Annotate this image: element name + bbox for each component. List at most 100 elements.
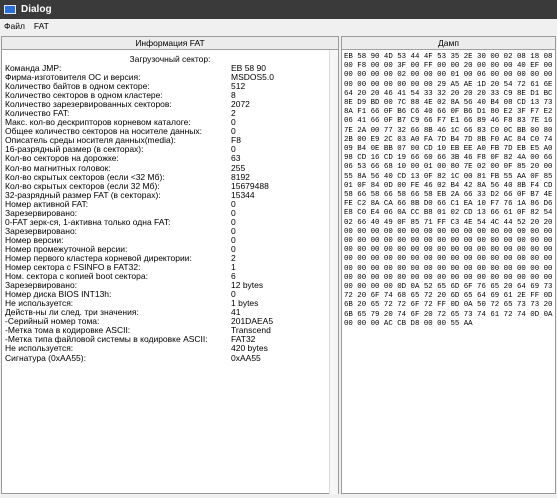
menu-file[interactable]: Файл — [0, 21, 30, 31]
fat-field-label: Кол-во секторов на дорожке: — [5, 154, 119, 164]
hex-dump-line: 00 00 00 00 02 00 00 00 01 00 06 00 00 0… — [344, 71, 555, 80]
fat-field-label: Зарезервировано: — [5, 208, 78, 218]
hex-dump-line: 00 00 00 00 00 00 00 00 00 00 00 00 00 0… — [344, 273, 555, 282]
hex-dump-line: 00 00 00 AC CB D8 00 00 55 AA — [344, 319, 473, 328]
menu-fat[interactable]: FAT — [30, 21, 54, 31]
fat-field-label: Номер первого кластера корневой директор… — [5, 253, 192, 263]
fat-field-row: Количество байтов в одном секторе: 512 — [5, 82, 338, 91]
fat-field-label: Не используется: — [5, 299, 74, 309]
fat-info-body: Загрузочный сектор: Команда JMP: EB 58 90… — [2, 50, 338, 494]
fat-field-row: Действ-ны ли след. три значения: 41 — [5, 308, 338, 317]
fat-field-row: 0-FAT зерк-ся, 1-активна только одна FAT… — [5, 217, 338, 227]
fat-field-label: Макс. кол-во дескрипторов корневом катал… — [5, 118, 191, 128]
fat-field-row: Номер промежуточной версии: 0 — [5, 244, 338, 254]
fat-field-row: Зарезервировано: 12 bytes — [5, 281, 338, 290]
fat-field-row: Общее количество секторов на носителе да… — [5, 127, 338, 136]
hex-dump-line: 09 B4 0E BB 07 00 CD 10 EB EE A0 FB 7D E… — [344, 145, 555, 154]
fat-field-row: 16-разрядный размер (в секторах): 0 — [5, 145, 338, 154]
fat-field-label: Кол-во магнитных головок: — [5, 163, 111, 173]
fat-field-row: Кол-во скрытых секторов (если <32 Мб): 81… — [5, 172, 338, 182]
fat-field-row: Команда JMP: EB 58 90 — [5, 63, 338, 73]
fat-field-row: 32-разрядный размер FAT (в секторах): 153… — [5, 190, 338, 200]
fat-field-row: Количество секторов в одном кластере: 8 — [5, 91, 338, 100]
hex-dump-line: 2B 00 E9 2C 03 A0 FA 7D B4 7D 8B F0 AC 8… — [344, 135, 555, 144]
fat-field-label: Номер сектора с FSINFO в FAT32: — [5, 263, 141, 273]
fat-field-label: Действ-ны ли след. три значения: — [5, 308, 139, 318]
hex-dump-line: 00 F8 00 00 3F 00 FF 00 00 20 00 00 00 4… — [344, 62, 555, 71]
hex-dump-line: 06 53 66 68 10 00 01 00 80 7E 02 00 0F 8… — [344, 163, 555, 172]
fat-field-label: Номер диска BIOS INT13h: — [5, 290, 112, 300]
fat-field-row: Макс. кол-во дескрипторов корневом катал… — [5, 118, 338, 127]
fat-field-label: Общее количество секторов на носителе да… — [5, 127, 203, 137]
fat-info-panel: Информация FAT Загрузочный сектор: Коман… — [1, 36, 339, 494]
fat-field-label: Номер промежуточной версии: — [5, 244, 128, 254]
fat-field-label: Сигнатура (0xAA55): — [5, 353, 86, 363]
hex-dump-line: 7E 2A 00 77 32 66 8B 46 1C 66 83 C0 0C B… — [344, 126, 555, 135]
fat-field-label: Зарезервировано: — [5, 226, 78, 236]
hex-dump-line: 8A F1 66 0F B6 C6 40 66 0F B6 D1 80 E2 3… — [344, 108, 555, 117]
fat-field-label: Кол-во скрытых секторов (если 32 Мб): — [5, 181, 160, 191]
fat-field-row: Номер версии: 0 — [5, 235, 338, 245]
boot-sector-title: Загрузочный сектор: — [129, 54, 211, 64]
hex-dump-line: 00 00 00 00 00 00 00 29 A5 AE 1D 20 54 7… — [344, 80, 555, 89]
hex-dump-line: 00 00 00 00 0D 0A 52 65 6D 6F 76 65 20 6… — [344, 283, 555, 292]
hex-dump-line: 00 00 00 00 00 00 00 00 00 00 00 00 00 0… — [344, 227, 555, 236]
fat-field-row: Сигнатура (0xAA55): 0xAA55 — [5, 352, 338, 363]
fat-field-label: -Метка типа файловой системы в кодировке… — [5, 335, 208, 345]
hex-dump-line: EB 58 90 4D 53 44 4F 53 35 2E 30 00 02 0… — [344, 53, 555, 61]
fat-field-row: -Серийный номер тома: 201DAEA5 — [5, 317, 338, 326]
fat-field-row: Зарезервировано: 0 — [5, 226, 338, 236]
fat-field-row: Ном. сектора с копией boot сектора: 6 — [5, 272, 338, 281]
hex-dump-line: 8E D9 BD 00 7C 88 4E 02 8A 56 40 B4 08 C… — [344, 99, 555, 108]
fat-field-row: Не используется: 420 bytes — [5, 344, 338, 353]
fat-field-row: Номер сектора с FSINFO в FAT32: 1 — [5, 262, 338, 273]
hex-dump-line: 98 CD 16 CD 19 66 60 66 3B 46 F8 0F 82 4… — [344, 154, 555, 163]
window-title: Dialog — [21, 4, 52, 15]
fat-field-label: 0-FAT зерк-ся, 1-активна только одна FAT… — [5, 217, 171, 227]
hex-dump-line: 00 00 00 00 00 00 00 00 00 00 00 00 00 0… — [344, 255, 555, 264]
fat-field-row: Номер активной FAT: 0 — [5, 199, 338, 209]
fat-field-label: Количество байтов в одном секторе: — [5, 82, 150, 92]
fat-field-label: Команда JMP: — [5, 64, 62, 73]
hex-dump-line: FE C2 8A CA 66 8B D0 66 C1 EA 10 F7 76 1… — [344, 200, 555, 209]
fat-field-value: 0xAA55 — [231, 352, 261, 363]
window-titlebar[interactable]: Dialog — [0, 0, 557, 19]
fat-field-row: -Метка тома в кодировке ASCII: Transcend — [5, 326, 338, 335]
hex-dump-line: E8 C0 E4 06 0A CC B8 01 02 CD 13 66 61 0… — [344, 209, 555, 218]
fat-field-row: Кол-во секторов на дорожке: 63 — [5, 154, 338, 163]
boot-sector-fields: Команда JMP: EB 58 90 Фирма-изготовителя О… — [2, 63, 338, 363]
fat-field-row: Количество зарезервированных секторов: 20… — [5, 100, 338, 109]
fat-field-label: Номер активной FAT: — [5, 199, 89, 209]
hex-dump-line: 72 20 6F 74 68 65 72 20 6D 65 64 69 61 2… — [344, 292, 555, 301]
fat-info-scrollbar[interactable] — [329, 50, 338, 494]
fat-field-row: Кол-во скрытых секторов (если 32 Мб): 156… — [5, 181, 338, 191]
fat-info-header: Информация FAT — [2, 37, 338, 50]
fat-field-label: Не используется: — [5, 344, 74, 354]
fat-field-label: Зарезервировано: — [5, 281, 78, 291]
hex-dump-line: 06 41 66 0F B7 C9 66 F7 E1 66 89 46 F8 8… — [344, 117, 555, 126]
hex-dump: EB 58 90 4D 53 44 4F 53 35 2E 30 00 02 0… — [342, 50, 555, 493]
fat-field-label: Количество FAT: — [5, 109, 70, 119]
fat-field-row: -Метка типа файловой системы в кодировке… — [5, 335, 338, 344]
fat-field-label: -Серийный номер тома: — [5, 317, 100, 327]
fat-field-row: Количество FAT: 2 — [5, 109, 338, 118]
hex-dump-line: 02 66 40 49 0F 85 71 FF C3 4E 54 4C 44 5… — [344, 218, 555, 227]
fat-field-row: Описатель среды носителя данных(media): F… — [5, 136, 338, 145]
fat-field-row: Фирма-изготовителя ОС и версия: MSDOS5.0 — [5, 72, 338, 83]
hex-dump-line: 58 66 58 66 58 66 58 EB 2A 66 33 D2 66 0… — [344, 191, 555, 200]
fat-field-label: 16-разрядный размер (в секторах): — [5, 145, 144, 155]
fat-field-label: Кол-во скрытых секторов (если <32 Мб): — [5, 172, 165, 182]
fat-field-label: Ном. сектора с копией boot сектора: — [5, 272, 148, 282]
fat-field-label: Количество секторов в одном кластере: — [5, 91, 163, 101]
fat-field-label: Количество зарезервированных секторов: — [5, 100, 172, 110]
hex-dump-line: 00 00 00 00 00 00 00 00 00 00 00 00 00 0… — [344, 264, 555, 273]
menu-bar: Файл FAT — [0, 19, 557, 32]
hex-dump-line: 00 00 00 00 00 00 00 00 00 00 00 00 00 0… — [344, 246, 555, 255]
hex-dump-line: 01 0F 84 0D 00 FE 46 02 B4 42 8A 56 40 8… — [344, 181, 555, 190]
hex-dump-line: 6B 20 65 72 72 6F 72 FF 0D 0A 50 72 65 7… — [344, 301, 555, 310]
fat-field-row: Зарезервировано: 0 — [5, 208, 338, 218]
dump-header: Дамп — [342, 37, 555, 50]
fat-field-label: 32-разрядный размер FAT (в секторах): — [5, 190, 161, 200]
fat-field-label: Фирма-изготовителя ОС и версия: — [5, 73, 141, 83]
hex-dump-line: 64 20 20 46 41 54 33 32 20 20 20 33 C9 8… — [344, 89, 555, 98]
